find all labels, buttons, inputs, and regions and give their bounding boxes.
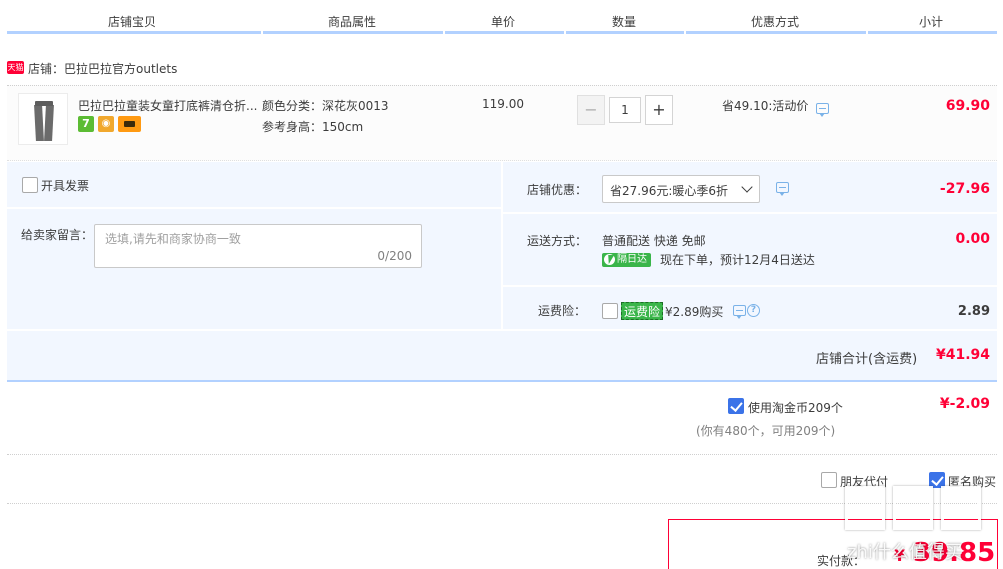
header-separator: [564, 31, 566, 34]
header-col-shop-item: 店铺宝贝: [108, 15, 157, 29]
lightning-icon: [605, 255, 615, 264]
quality-badge-icon[interactable]: ◉: [98, 116, 114, 132]
insurance-price: ¥2.89购买: [665, 305, 724, 319]
next-day-label: 隔日达: [617, 254, 647, 265]
seller-message-field: 0/200: [94, 224, 422, 268]
panel-divider: [503, 212, 997, 214]
shop-total-amount: ¥41.94: [935, 347, 990, 363]
shipping-label: 运送方式：: [527, 234, 588, 248]
discount-chat-icon[interactable]: [776, 182, 789, 196]
increase-quantity-button[interactable]: +: [645, 95, 673, 125]
promo-chat-icon[interactable]: [816, 103, 829, 117]
product-title-link[interactable]: 巴拉巴拉童装女童打底裤清仓折...: [78, 97, 260, 114]
header-col-quantity: 数量: [612, 15, 637, 29]
seller-message-input[interactable]: [95, 225, 421, 267]
coins-amount: ¥-2.09: [939, 396, 990, 412]
panel-divider: [7, 207, 501, 209]
product-thumbnail[interactable]: [18, 93, 68, 145]
panel-bottom-line: [7, 380, 997, 382]
invoice-checkbox[interactable]: [22, 177, 38, 193]
coins-note: (你有480个，可用209个): [696, 424, 836, 438]
quantity-stepper: − +: [577, 95, 673, 125]
attr-color: 颜色分类：深花灰0013: [262, 99, 389, 113]
watermark-text: zhi什么值得买: [847, 542, 963, 563]
next-day-badge: 隔日达: [602, 253, 651, 267]
shop-discount-label: 店铺优惠：: [527, 183, 588, 197]
insurance-amount: 2.89: [957, 304, 990, 319]
shop-total-label: 店铺合计(含运费): [816, 352, 918, 367]
header-col-unit-price: 单价: [491, 15, 516, 29]
item-promo: 省49.10:活动价: [722, 99, 809, 113]
friend-pay-checkbox[interactable]: [821, 472, 837, 488]
insurance-checkbox[interactable]: [602, 303, 618, 319]
header-underline: [7, 31, 997, 34]
use-coins-label: 使用淘金币209个: [748, 401, 843, 415]
insurance-chat-icon[interactable]: [733, 305, 746, 319]
use-coins-checkbox[interactable]: [728, 398, 744, 414]
message-label: 给卖家留言：: [21, 228, 94, 242]
seven-day-return-icon[interactable]: 7: [78, 116, 94, 132]
attr-height: 参考身高：150cm: [262, 120, 364, 134]
shop-name-link[interactable]: 店铺：巴拉巴拉官方outlets: [28, 60, 177, 77]
panel-divider: [503, 285, 997, 287]
header-col-attributes: 商品属性: [328, 15, 377, 29]
shop-discount-selected: 省27.96元:暖心季6折: [610, 184, 729, 198]
cart-header: 店铺宝贝 商品属性 单价 数量 优惠方式 小计: [0, 0, 1003, 36]
header-separator: [443, 31, 445, 34]
insurance-badge: 运费险: [621, 302, 664, 320]
decrease-quantity-button[interactable]: −: [577, 95, 605, 125]
shop-discount-amount: -27.96: [939, 181, 990, 197]
header-col-discount: 优惠方式: [751, 15, 800, 29]
message-char-count: 0/200: [377, 249, 412, 263]
tmall-badge-icon: 天猫: [7, 61, 24, 74]
shop-discount-select[interactable]: 省27.96元:暖心季6折: [602, 175, 760, 203]
watermark-logo: zhi什么值得买: [845, 486, 995, 566]
help-question-icon[interactable]: ?: [747, 304, 760, 317]
item-subtotal: 69.90: [945, 98, 990, 114]
header-separator: [261, 31, 263, 34]
shipping-eta: 现在下单，预计12月4日送达: [660, 253, 815, 267]
pants-image-icon: [34, 101, 54, 141]
unit-price: 119.00: [482, 97, 524, 111]
header-col-subtotal: 小计: [919, 15, 944, 29]
invoice-label: 开具发票: [41, 179, 90, 193]
credit-card-icon[interactable]: [118, 116, 141, 132]
header-separator: [866, 31, 868, 34]
quantity-input[interactable]: [609, 97, 641, 123]
shipping-method: 普通配送 快递 免邮: [602, 234, 706, 248]
chevron-down-icon: [741, 181, 753, 193]
header-separator: [684, 31, 686, 34]
shipping-amount: 0.00: [955, 231, 990, 247]
insurance-label: 运费险：: [538, 304, 587, 318]
panel-divider: [501, 162, 503, 330]
section-divider: [7, 454, 997, 455]
panel-divider: [7, 329, 997, 331]
